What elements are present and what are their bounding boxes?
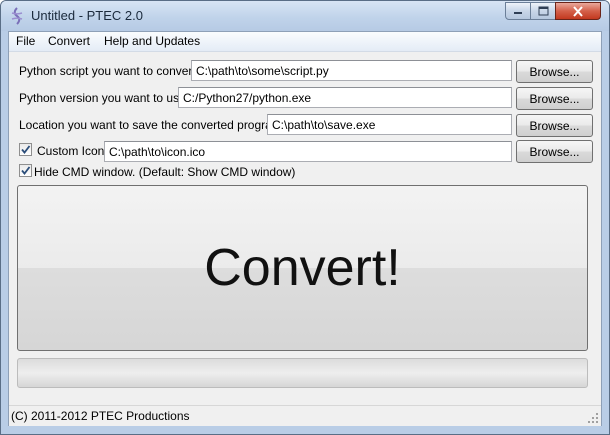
save-location-input[interactable] [267,114,512,135]
status-text: (C) 2011-2012 PTEC Productions [11,409,190,423]
browse-version-button[interactable]: Browse... [516,87,593,110]
maximize-icon [538,6,548,16]
close-button[interactable] [555,2,601,20]
script-path-input[interactable] [191,60,512,81]
python-version-input[interactable] [178,87,512,108]
status-bar: (C) 2011-2012 PTEC Productions [9,405,601,426]
minimize-button[interactable] [505,2,531,20]
hide-cmd-label: Hide CMD window. (Default: Show CMD wind… [34,165,296,179]
script-label: Python script you want to convert: [19,64,200,78]
resize-grip-icon[interactable] [587,412,599,424]
menu-bar: File Convert Help and Updates [9,32,601,52]
browse-location-button[interactable]: Browse... [516,114,593,137]
browse-script-button[interactable]: Browse... [516,60,593,83]
checkmark-icon [21,145,31,154]
menu-file[interactable]: File [13,34,38,48]
menu-help-updates[interactable]: Help and Updates [101,34,203,48]
version-label: Python version you want to use: [19,91,190,105]
location-label: Location you want to save the converted … [19,118,286,132]
close-icon [573,5,583,17]
title-bar[interactable]: Untitled - PTEC 2.0 [1,1,609,31]
app-window: Untitled - PTEC 2.0 File Convert Help an… [0,0,610,435]
app-icon [11,7,23,25]
progress-bar [17,358,588,388]
maximize-button[interactable] [530,2,556,20]
icon-path-input[interactable] [104,141,512,162]
custom-icon-label: Custom Icon: [37,144,108,158]
hide-cmd-checkbox[interactable] [19,164,32,177]
convert-button[interactable]: Convert! [17,185,588,351]
browse-icon-button[interactable]: Browse... [516,140,593,163]
custom-icon-checkbox[interactable] [19,143,32,156]
minimize-icon [514,12,522,14]
window-title: Untitled - PTEC 2.0 [31,8,143,23]
menu-convert[interactable]: Convert [45,34,93,48]
checkmark-icon [21,166,31,175]
main-panel: File Convert Help and Updates Python scr… [8,31,602,426]
